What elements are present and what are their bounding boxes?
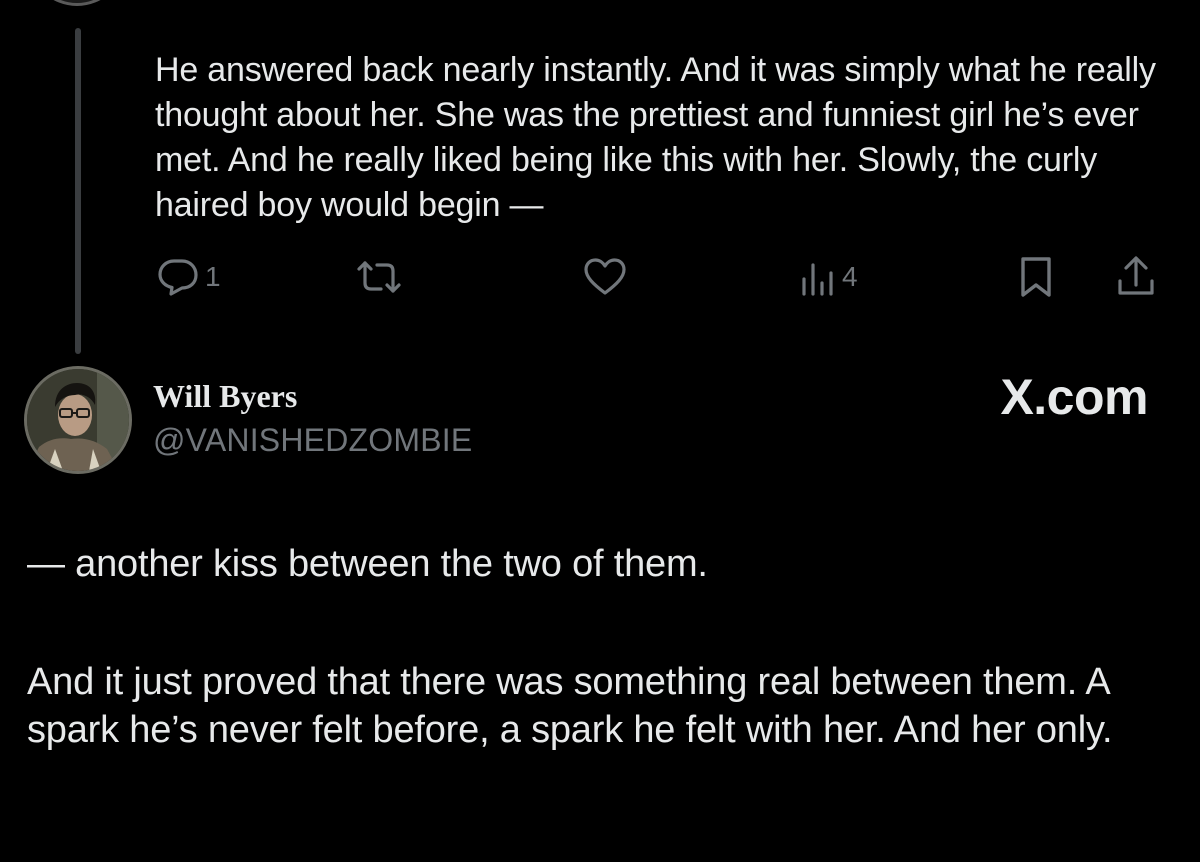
retweet-icon xyxy=(355,259,403,295)
retweet-button[interactable] xyxy=(355,252,403,302)
author-display-name[interactable]: Will Byers xyxy=(153,378,297,415)
author-handle[interactable]: @VANISHEDZOMBIE xyxy=(153,422,472,459)
x-com-watermark: X.com xyxy=(1000,369,1148,425)
tweet-paragraph: And it just proved that there was someth… xyxy=(27,661,1113,751)
tweet-body: — another kiss between the two of them. … xyxy=(27,540,1167,754)
thread-connector-line xyxy=(75,28,81,354)
tweet-paragraph: — another kiss between the two of them. xyxy=(27,543,708,585)
author-avatar[interactable] xyxy=(24,366,132,474)
views-icon xyxy=(800,257,836,297)
bookmark-icon xyxy=(1017,255,1055,299)
views-button[interactable]: 4 xyxy=(800,252,858,302)
reply-icon xyxy=(157,257,199,297)
bookmark-button[interactable] xyxy=(1017,252,1055,302)
reply-button[interactable]: 1 xyxy=(157,252,221,302)
like-button[interactable] xyxy=(583,252,627,302)
share-icon xyxy=(1115,255,1157,299)
views-count: 4 xyxy=(842,261,858,292)
previous-author-avatar[interactable] xyxy=(28,0,126,6)
share-button[interactable] xyxy=(1115,252,1157,302)
heart-icon xyxy=(583,257,627,297)
reply-count: 1 xyxy=(205,261,221,292)
previous-tweet-actions: 1 4 xyxy=(155,252,1175,302)
previous-tweet-text: He answered back nearly instantly. And i… xyxy=(155,51,1156,224)
